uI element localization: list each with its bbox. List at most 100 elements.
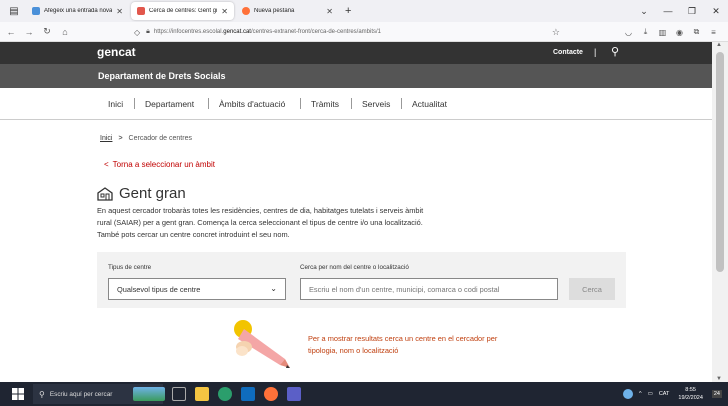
department-title[interactable]: Departament de Drets Socials: [98, 71, 226, 81]
menu-item-departament[interactable]: Departament: [145, 99, 194, 109]
account-icon[interactable]: ◉: [671, 28, 688, 37]
reload-icon[interactable]: ↻: [40, 26, 54, 37]
search-icon[interactable]: ⚲: [611, 45, 619, 58]
search-label: Cerca per nom del centre o localització: [300, 264, 409, 271]
windows-taskbar: ⚲ Escriu aquí per cercar ^ ▭ CAT 8:55 19…: [0, 382, 728, 406]
url-text[interactable]: https://infocentres.escolal.gencat.cat/c…: [154, 29, 381, 35]
file-explorer-icon[interactable]: [195, 387, 209, 401]
close-window-icon[interactable]: ✕: [704, 6, 728, 17]
intro-text: En aquest cercador trobaràs totes les re…: [97, 206, 424, 239]
contact-link[interactable]: Contacte: [553, 49, 583, 56]
breadcrumb-home-link[interactable]: Inici: [100, 135, 112, 142]
tab-title: Afegeix una entrada nova ‹ Boo: [44, 8, 113, 14]
mail-icon[interactable]: [241, 387, 255, 401]
menu-divider: [134, 98, 135, 109]
windows-start-icon[interactable]: [12, 388, 24, 400]
results-hint: Per a mostrar resultats cerca un centre …: [308, 334, 498, 355]
chevron-up-icon[interactable]: ^: [639, 391, 642, 397]
menu-divider: [351, 98, 352, 109]
menu-icon[interactable]: ≡: [705, 28, 722, 37]
menu-item-inici[interactable]: Inici: [108, 99, 123, 109]
firefox-icon[interactable]: [264, 387, 278, 401]
search-filter-panel: Tipus de centre Cerca per nom del centre…: [97, 252, 626, 308]
header-separator: |: [594, 47, 597, 57]
centre-type-value: Qualsevol tipus de centre: [117, 284, 201, 294]
home-icon[interactable]: ⌂: [58, 27, 72, 37]
close-tab-icon[interactable]: ✕: [116, 7, 123, 16]
shield-icon[interactable]: ◇: [134, 28, 140, 37]
menu-divider: [401, 98, 402, 109]
back-to-ambit-link[interactable]: < Torna a seleccionar un àmbit: [104, 160, 215, 169]
pencil-illustration-icon: [234, 320, 290, 368]
clock-date: 19/2/2024: [678, 395, 703, 401]
breadcrumb-current: Cercador de centres: [128, 135, 192, 142]
back-icon[interactable]: ←: [4, 27, 18, 37]
back-link-label: Torna a seleccionar un àmbit: [112, 160, 215, 169]
bookmark-star-icon[interactable]: ☆: [552, 27, 560, 38]
browser-tab-active[interactable]: Cerca de centres: Gent gran ✕: [131, 2, 234, 20]
language-indicator[interactable]: CAT: [659, 391, 670, 397]
new-tab-icon[interactable]: +: [345, 5, 351, 17]
search-icon: ⚲: [39, 389, 45, 399]
lock-icon[interactable]: 🔒︎: [146, 28, 150, 36]
download-icon[interactable]: ⤓: [637, 27, 654, 37]
menu-divider: [300, 98, 301, 109]
edge-icon[interactable]: [218, 387, 232, 401]
task-view-icon[interactable]: [172, 387, 186, 401]
menu-item-tramits[interactable]: Tràmits: [311, 99, 339, 109]
browser-nav-bar: ← → ↻ ⌂ ◇ 🔒︎ https://infocentres.escolal…: [0, 22, 728, 42]
forward-icon[interactable]: →: [22, 27, 36, 37]
centre-type-select[interactable]: Qualsevol tipus de centre ⌄: [108, 278, 286, 300]
browser-tab-bar: ▤ Afegeix una entrada nova ‹ Boo ✕ Cerca…: [0, 0, 728, 22]
weather-tray-icon[interactable]: [623, 389, 634, 399]
chevron-down-icon: ⌄: [270, 284, 277, 293]
minimize-icon[interactable]: —: [656, 6, 680, 16]
tab-favicon-icon: [242, 7, 250, 15]
notifications-badge[interactable]: 24: [711, 390, 722, 398]
breadcrumb-separator: >: [118, 135, 123, 142]
taskbar-search-placeholder: Escriu aquí per cercar: [49, 390, 113, 398]
scrollbar-thumb[interactable]: [716, 52, 724, 272]
menu-item-ambits[interactable]: Àmbits d'actuació: [219, 99, 285, 109]
tab-list-icon[interactable]: ▤: [6, 4, 22, 18]
main-menu: Inici Departament Àmbits d'actuació Tràm…: [0, 88, 712, 120]
clock[interactable]: 8:55 19/2/2024: [678, 386, 702, 402]
pocket-icon[interactable]: ◡: [620, 28, 637, 37]
gencat-logo[interactable]: gencat: [97, 45, 136, 59]
breadcrumb: Inici > Cercador de centres: [100, 135, 192, 142]
site-top-bar: gencat Contacte | ⚲: [0, 42, 712, 64]
scroll-up-icon[interactable]: ▲: [716, 42, 722, 48]
extensions-icon[interactable]: ⧉: [688, 27, 705, 37]
tab-overflow-icon[interactable]: ⌄: [632, 6, 656, 17]
centre-search-input[interactable]: [300, 278, 558, 300]
menu-divider: [208, 98, 209, 109]
clock-time: 8:55: [685, 387, 696, 393]
window-controls: ⌄ — ❐ ✕: [632, 0, 728, 22]
building-icon: [97, 186, 113, 201]
centre-type-label: Tipus de centre: [108, 264, 152, 271]
menu-item-actualitat[interactable]: Actualitat: [412, 99, 447, 109]
system-tray: ^ ▭ CAT 8:55 19/2/2024 24: [620, 382, 728, 406]
tab-favicon-icon: [137, 7, 145, 15]
tab-title: Nueva pestaña: [254, 8, 295, 14]
department-bar: Departament de Drets Socials: [0, 64, 712, 88]
weather-widget-icon[interactable]: [133, 387, 165, 401]
library-icon[interactable]: ▥: [654, 28, 671, 37]
address-bar[interactable]: ◇ 🔒︎ https://infocentres.escolal.gencat.…: [134, 24, 574, 40]
search-button[interactable]: Cerca: [569, 278, 615, 300]
restore-icon[interactable]: ❐: [680, 6, 704, 17]
chevron-left-icon: <: [104, 160, 109, 169]
page-title-row: Gent gran: [97, 185, 186, 202]
teams-icon[interactable]: [287, 387, 301, 401]
page-title: Gent gran: [119, 185, 186, 202]
browser-tab[interactable]: Nueva pestaña ✕: [236, 2, 339, 20]
toolbar-icons: ◡ ⤓ ▥ ◉ ⧉ ≡: [620, 22, 722, 42]
network-icon[interactable]: ▭: [648, 391, 653, 397]
close-tab-icon[interactable]: ✕: [221, 7, 228, 16]
page-scrollbar[interactable]: ▲ ▼: [712, 42, 728, 382]
tab-title: Cerca de centres: Gent gran: [149, 8, 218, 14]
menu-item-serveis[interactable]: Serveis: [362, 99, 390, 109]
browser-tab[interactable]: Afegeix una entrada nova ‹ Boo ✕: [26, 2, 129, 20]
close-tab-icon[interactable]: ✕: [326, 7, 333, 16]
tab-favicon-icon: [32, 7, 40, 15]
